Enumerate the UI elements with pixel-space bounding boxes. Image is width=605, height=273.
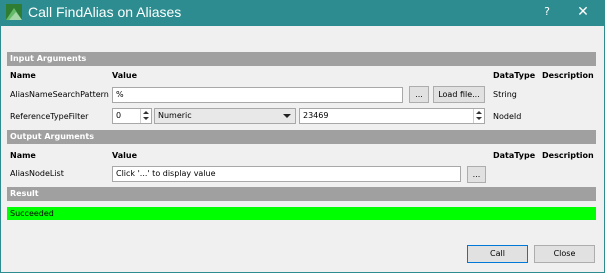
namespace-spinner[interactable] <box>140 109 151 123</box>
reftype-filter-datatype: NodeId <box>493 112 522 121</box>
col-value-header: Value <box>112 71 138 80</box>
chevron-down-icon <box>283 114 291 118</box>
id-type-value: Numeric <box>158 111 192 120</box>
alias-pattern-browse-button[interactable]: ... <box>409 86 429 103</box>
spin-up-icon[interactable] <box>476 111 482 114</box>
node-id-value: 23469 <box>303 111 329 120</box>
load-file-button[interactable]: Load file... <box>433 86 485 103</box>
namespace-index-value: 0 <box>116 111 122 120</box>
alias-pattern-input[interactable]: % <box>112 87 403 103</box>
alias-node-list-browse-button[interactable]: ... <box>467 166 486 183</box>
out-col-name-header: Name <box>10 151 36 160</box>
node-id-input[interactable]: 23469 <box>299 108 485 124</box>
col-name-header: Name <box>10 71 36 80</box>
close-window-button[interactable]: ✕ <box>572 2 594 22</box>
title-bar[interactable]: Call FindAlias on Aliases ? ✕ <box>0 0 605 26</box>
close-button[interactable]: Close <box>534 245 595 263</box>
output-arguments-header: Output Arguments <box>7 130 596 144</box>
alias-pattern-label: AliasNameSearchPattern <box>10 90 109 99</box>
window-title: Call FindAlias on Aliases <box>28 4 182 20</box>
spin-down-icon[interactable] <box>476 117 482 120</box>
alias-node-list-value: Click '...' to display value <box>112 166 461 182</box>
out-col-datatype-header: DataType <box>493 151 536 160</box>
input-arguments-header: Input Arguments <box>7 52 596 66</box>
alias-node-list-label: AliasNodeList <box>10 169 64 178</box>
out-col-value-header: Value <box>112 151 138 160</box>
reftype-filter-label: ReferenceTypeFilter <box>10 112 89 121</box>
col-description-header: Description <box>542 71 594 80</box>
help-button[interactable]: ? <box>536 2 558 22</box>
spin-up-icon[interactable] <box>143 111 149 114</box>
id-type-select[interactable]: Numeric <box>154 108 296 124</box>
namespace-index-input[interactable]: 0 <box>112 108 152 124</box>
spin-down-icon[interactable] <box>143 117 149 120</box>
result-status: Succeeded <box>7 207 596 220</box>
col-datatype-header: DataType <box>493 71 536 80</box>
result-header: Result <box>7 187 596 201</box>
alias-pattern-datatype: String <box>493 90 517 99</box>
app-icon <box>6 4 22 20</box>
call-button[interactable]: Call <box>467 245 528 263</box>
dialog-window: Call FindAlias on Aliases ? ✕ Input Argu… <box>0 0 605 273</box>
out-col-description-header: Description <box>542 151 594 160</box>
node-id-spinner[interactable] <box>473 109 484 123</box>
